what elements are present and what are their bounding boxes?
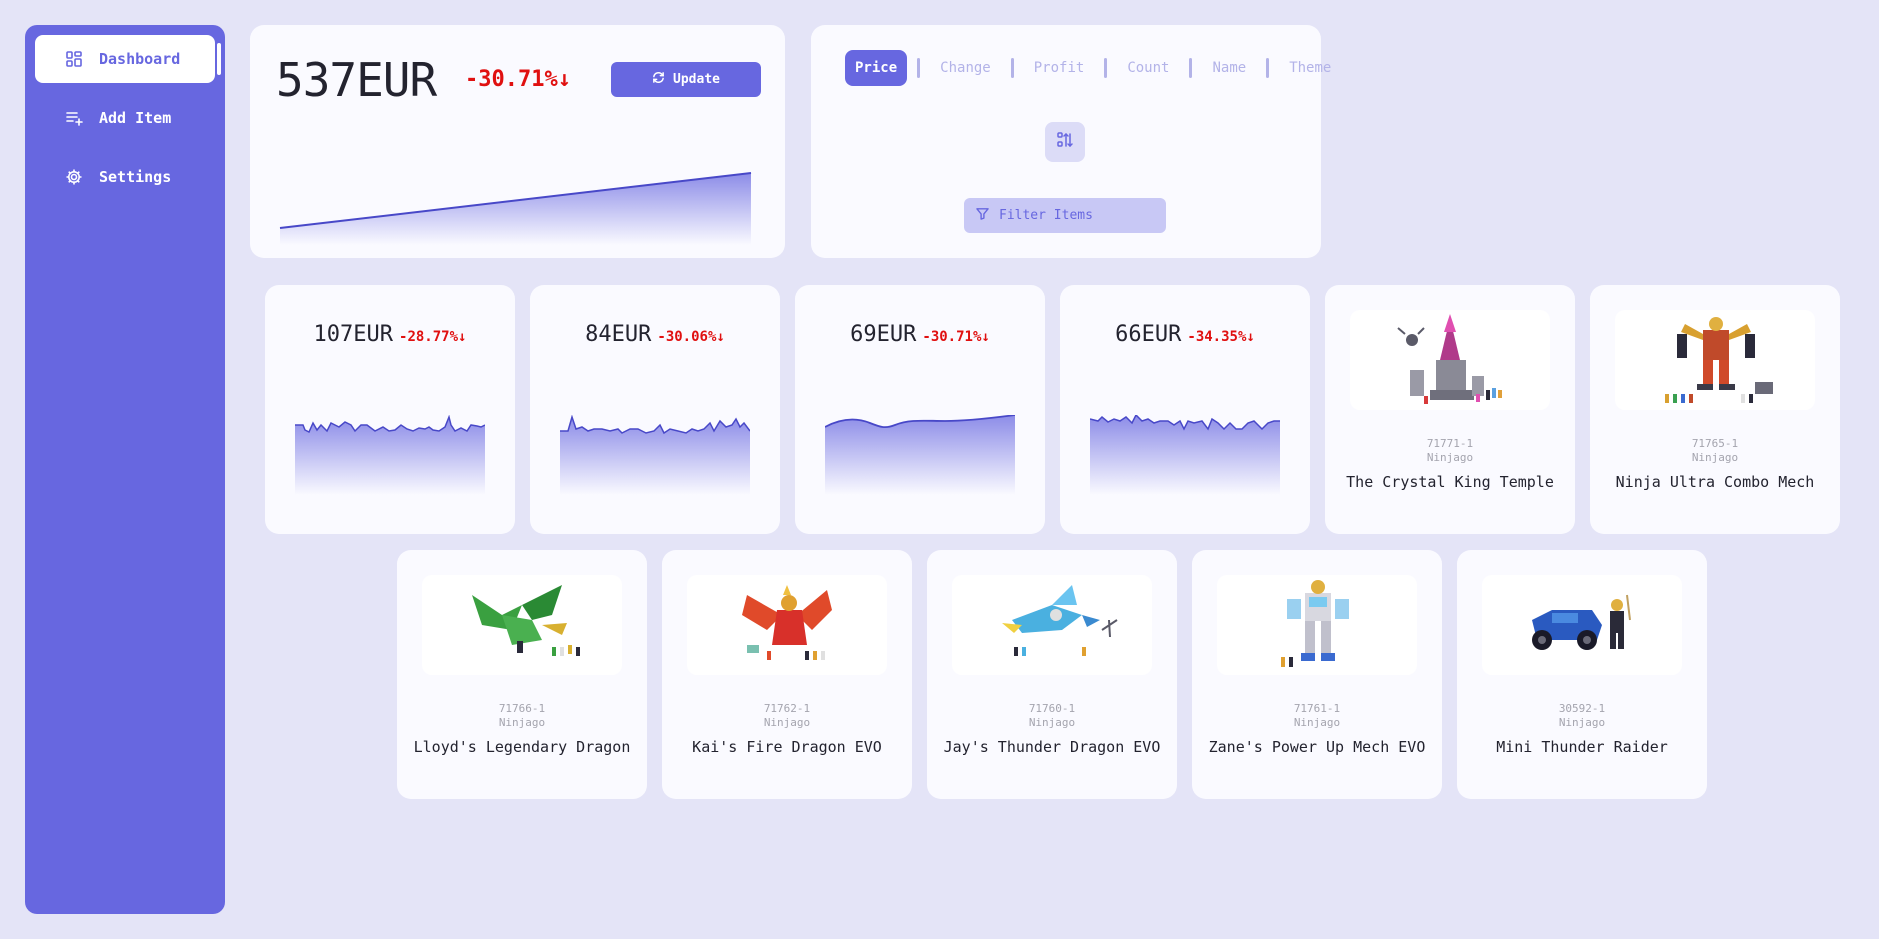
tab-price[interactable]: Price <box>845 50 908 86</box>
item-name: Zane's Power Up Mech EVO <box>1208 738 1426 756</box>
item-image <box>1350 310 1550 410</box>
item-theme: Ninjago <box>498 716 546 729</box>
sort-direction-button[interactable] <box>1045 122 1085 162</box>
dashboard-icon <box>65 50 83 68</box>
item-name: Mini Thunder Raider <box>1496 738 1668 756</box>
price-sparkline <box>560 415 750 495</box>
stat-price: 107EUR <box>313 322 394 347</box>
item-image <box>1615 310 1815 410</box>
tab-name[interactable]: Name <box>1202 50 1256 86</box>
tab-change[interactable]: Change <box>930 50 1001 86</box>
stat-change: -30.71%↓ <box>922 329 990 345</box>
sort-direction-icon <box>1056 131 1074 153</box>
sidebar-item-add-item[interactable]: Add Item <box>35 94 215 142</box>
item-card[interactable]: 71771-1 Ninjago The Crystal King Temple <box>1325 285 1575 534</box>
stat-price: 69EUR <box>850 322 917 347</box>
update-button[interactable]: Update <box>611 62 761 97</box>
total-change: -30.71%↓ <box>465 67 571 92</box>
price-sparkline <box>1090 415 1280 495</box>
filter-items-button[interactable]: Filter Items <box>964 198 1166 233</box>
tab-theme[interactable]: Theme <box>1279 50 1341 86</box>
sidebar-item-label: Add Item <box>99 109 172 127</box>
item-set-number: 71771-1 <box>1426 437 1474 450</box>
gear-icon <box>65 168 83 186</box>
item-name: Lloyd's Legendary Dragon <box>413 738 631 756</box>
update-label: Update <box>673 72 720 87</box>
item-set-number: 71761-1 <box>1293 702 1341 715</box>
item-theme: Ninjago <box>1293 716 1341 729</box>
stat-card[interactable]: 84EUR -30.06%↓ <box>530 285 780 534</box>
stat-card[interactable]: 69EUR -30.71%↓ <box>795 285 1045 534</box>
total-trend-chart <box>279 172 752 245</box>
stat-price: 66EUR <box>1115 322 1182 347</box>
tab-divider <box>1104 58 1108 78</box>
stat-card[interactable]: 107EUR -28.77%↓ <box>265 285 515 534</box>
tab-divider <box>1010 58 1014 78</box>
price-sparkline <box>825 415 1015 495</box>
item-theme: Ninjago <box>763 716 811 729</box>
item-theme: Ninjago <box>1558 716 1606 729</box>
tab-divider <box>917 58 921 78</box>
item-set-number: 30592-1 <box>1558 702 1606 715</box>
sort-tabs: Price Change Profit Count Name Theme <box>845 50 1341 86</box>
item-card[interactable]: 71765-1 Ninjago Ninja Ultra Combo Mech <box>1590 285 1840 534</box>
stat-price: 84EUR <box>585 322 652 347</box>
item-set-number: 71760-1 <box>1028 702 1076 715</box>
stat-card[interactable]: 66EUR -34.35%↓ <box>1060 285 1310 534</box>
total-value: 537EUR <box>276 53 437 107</box>
sort-card: Price Change Profit Count Name Theme Fil… <box>811 25 1331 258</box>
filter-icon <box>976 207 989 224</box>
tab-divider <box>1266 58 1270 78</box>
stat-change: -28.77%↓ <box>399 329 467 345</box>
summary-card: 537EUR -30.71%↓ Update <box>250 25 785 258</box>
item-name: Ninja Ultra Combo Mech <box>1615 473 1815 491</box>
item-card[interactable]: 71766-1 Ninjago Lloyd's Legendary Dragon <box>397 550 647 799</box>
item-theme: Ninjago <box>1028 716 1076 729</box>
item-name: Jay's Thunder Dragon EVO <box>943 738 1161 756</box>
filter-label: Filter Items <box>999 208 1093 223</box>
sidebar-item-label: Settings <box>99 168 172 186</box>
item-card[interactable]: 71760-1 Ninjago Jay's Thunder Dragon EVO <box>927 550 1177 799</box>
sidebar-item-label: Dashboard <box>99 50 181 68</box>
item-theme: Ninjago <box>1691 451 1739 464</box>
stat-change: -34.35%↓ <box>1187 329 1255 345</box>
stat-change: -30.06%↓ <box>657 329 725 345</box>
item-set-number: 71766-1 <box>498 702 546 715</box>
tab-count[interactable]: Count <box>1117 50 1179 86</box>
item-card[interactable]: 71761-1 Ninjago Zane's Power Up Mech EVO <box>1192 550 1442 799</box>
item-image <box>422 575 622 675</box>
item-image <box>1482 575 1682 675</box>
add-list-icon <box>65 109 83 127</box>
tab-profit[interactable]: Profit <box>1024 50 1095 86</box>
sidebar: Dashboard Add Item Settings <box>25 25 225 914</box>
sidebar-item-settings[interactable]: Settings <box>35 153 215 201</box>
tab-divider <box>1189 58 1193 78</box>
item-name: Kai's Fire Dragon EVO <box>692 738 882 756</box>
item-card[interactable]: 30592-1 Ninjago Mini Thunder Raider <box>1457 550 1707 799</box>
refresh-icon <box>652 71 665 88</box>
item-theme: Ninjago <box>1426 451 1474 464</box>
item-set-number: 71765-1 <box>1691 437 1739 450</box>
item-image <box>687 575 887 675</box>
item-image <box>952 575 1152 675</box>
sidebar-item-dashboard[interactable]: Dashboard <box>35 35 221 83</box>
item-card[interactable]: 71762-1 Ninjago Kai's Fire Dragon EVO <box>662 550 912 799</box>
item-set-number: 71762-1 <box>763 702 811 715</box>
item-image <box>1217 575 1417 675</box>
item-name: The Crystal King Temple <box>1346 473 1554 491</box>
price-sparkline <box>295 415 485 495</box>
